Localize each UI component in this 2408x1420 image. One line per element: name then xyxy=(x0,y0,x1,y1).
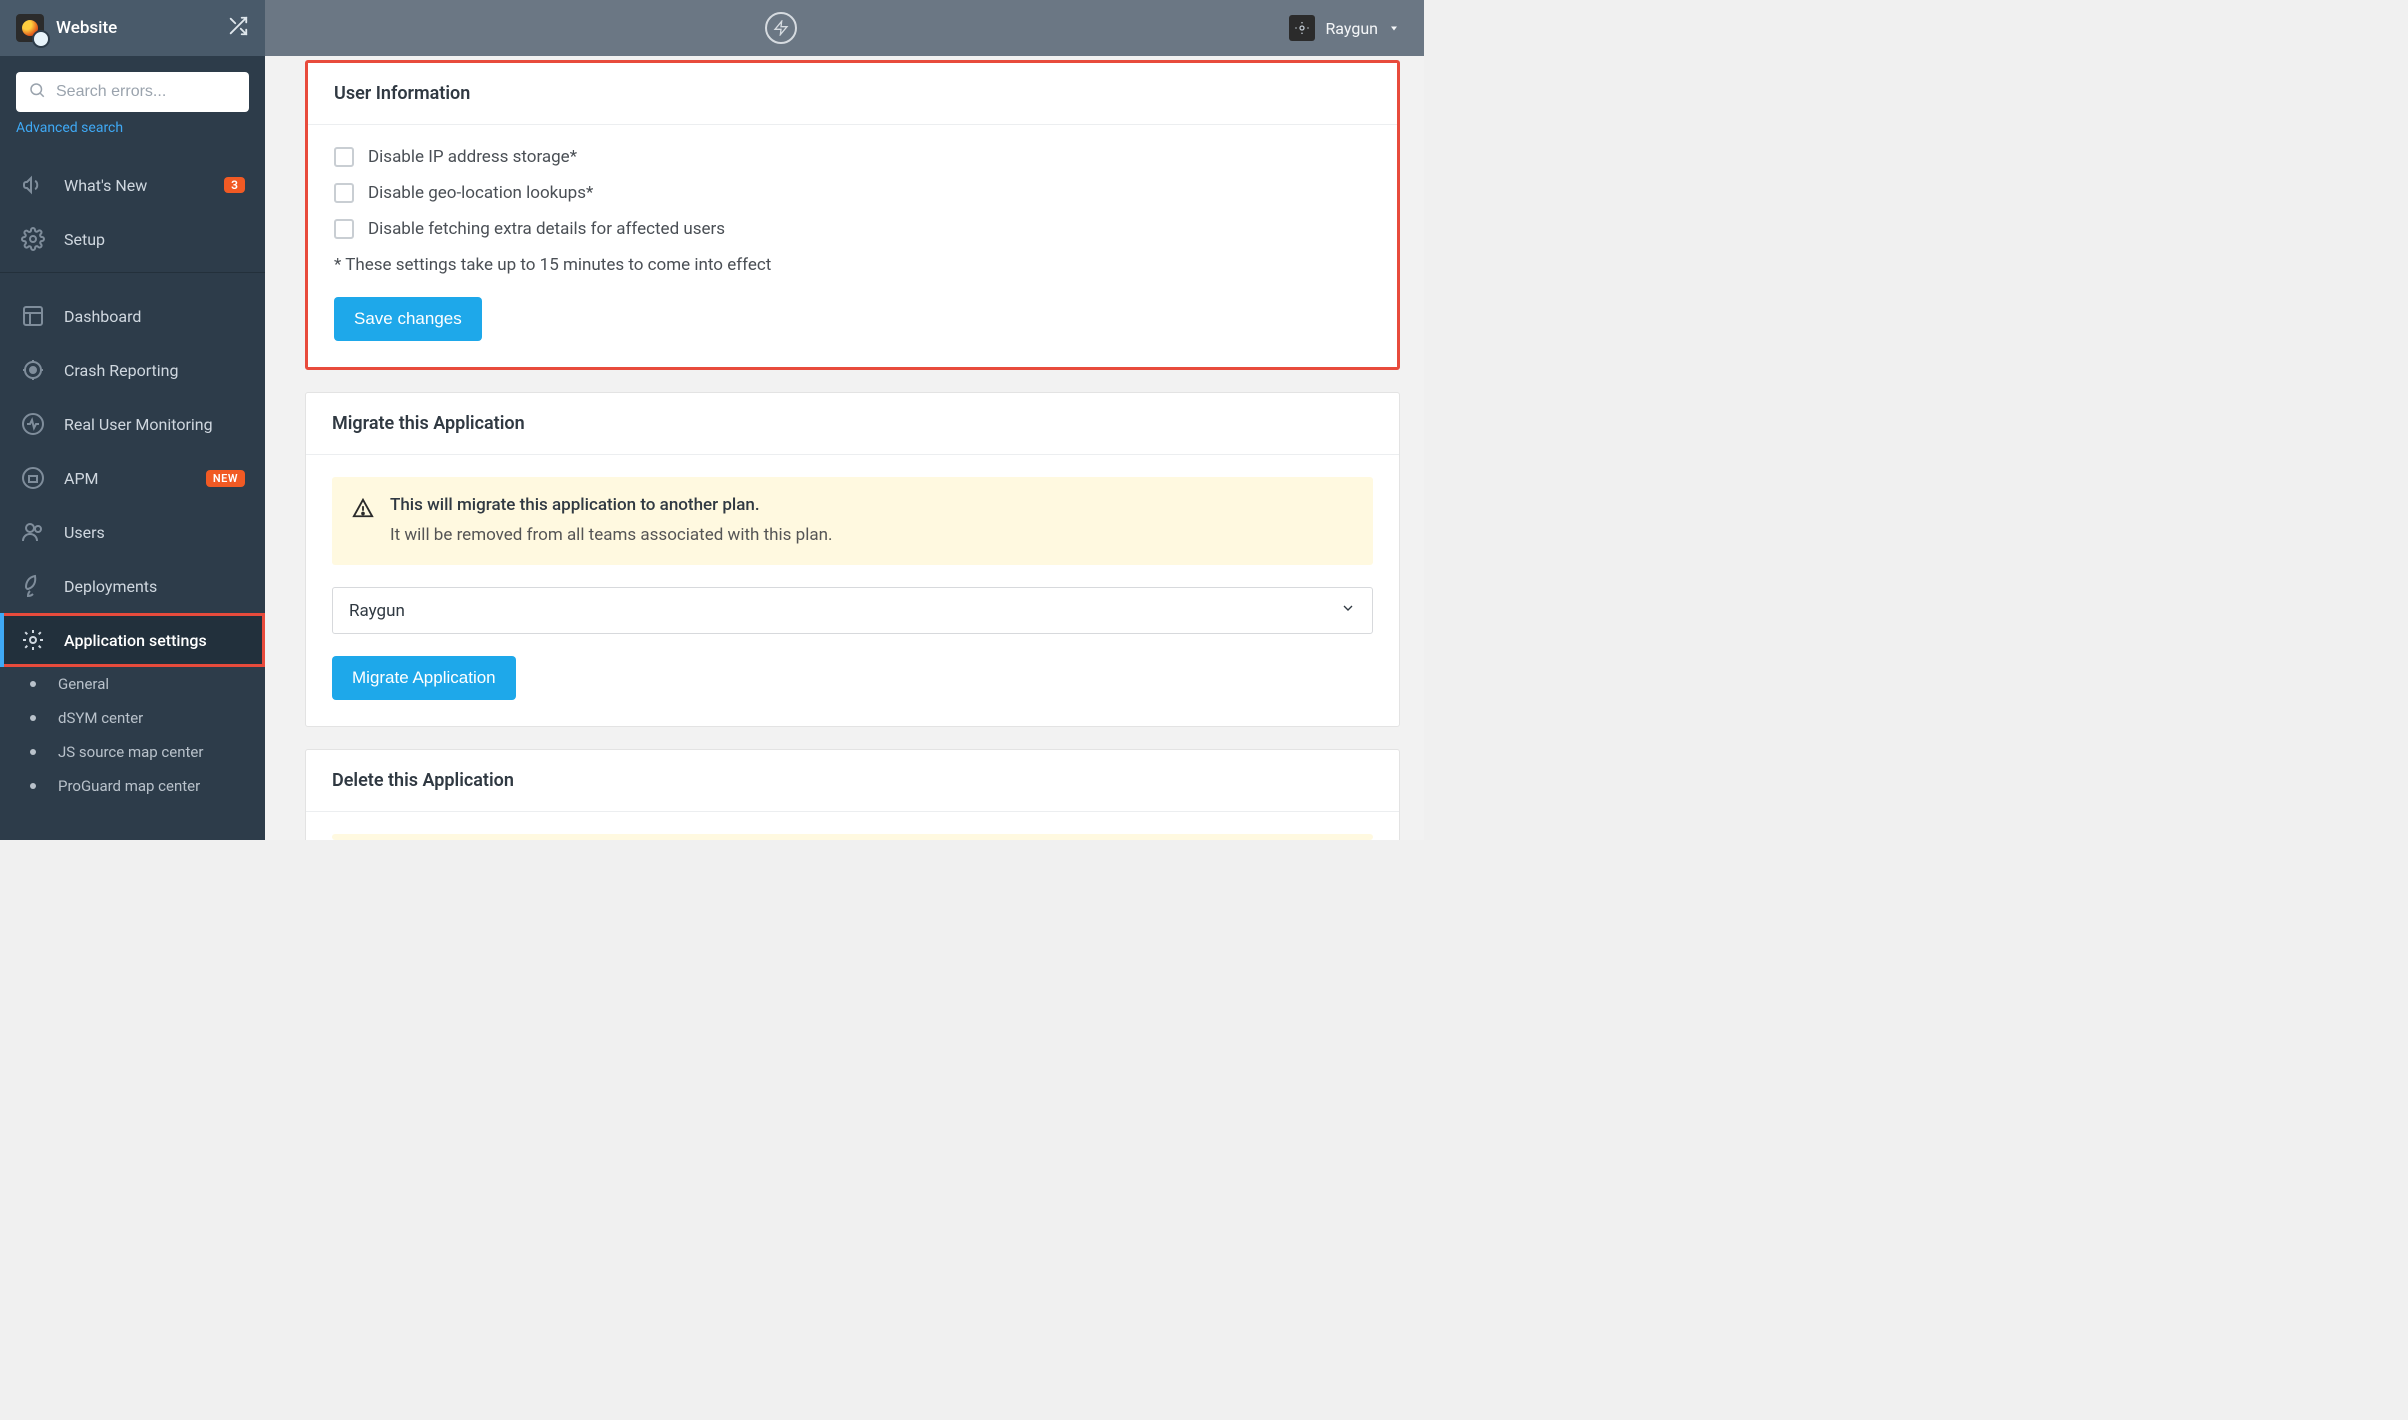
search-area xyxy=(0,56,265,120)
sidebar-item-whats-new[interactable]: What's New 3 xyxy=(0,158,265,212)
checkbox-icon[interactable] xyxy=(334,219,354,239)
apm-icon xyxy=(20,465,46,491)
delete-application-card: Delete this Application xyxy=(305,749,1400,840)
chevron-down-icon xyxy=(1388,19,1400,38)
content-scroll[interactable]: User Information Disable IP address stor… xyxy=(265,56,1424,840)
checkbox-icon[interactable] xyxy=(334,147,354,167)
checkbox-icon[interactable] xyxy=(334,183,354,203)
dot-icon xyxy=(30,749,36,755)
checkbox-disable-extra-details[interactable]: Disable fetching extra details for affec… xyxy=(334,219,1371,239)
subnav-label: General xyxy=(58,675,109,693)
bolt-icon[interactable] xyxy=(765,12,797,44)
migrate-warning: This will migrate this application to an… xyxy=(332,477,1373,565)
users-icon xyxy=(20,519,46,545)
sidebar-item-crash-reporting[interactable]: Crash Reporting xyxy=(0,343,265,397)
card-title: Delete this Application xyxy=(306,750,1399,812)
pulse-icon xyxy=(20,411,46,437)
badge-new: NEW xyxy=(206,470,245,487)
search-icon xyxy=(28,81,46,103)
search-box[interactable] xyxy=(16,72,249,112)
sidebar-item-label: Setup xyxy=(64,230,105,249)
dot-icon xyxy=(30,681,36,687)
subnav-label: ProGuard map center xyxy=(58,777,200,795)
sidebar-item-dashboard[interactable]: Dashboard xyxy=(0,289,265,343)
sidebar-item-users[interactable]: Users xyxy=(0,505,265,559)
search-input[interactable] xyxy=(56,83,237,101)
sidebar-item-label: Users xyxy=(64,523,105,542)
sidebar-item-label: Application settings xyxy=(64,631,207,650)
warning-icon xyxy=(352,497,374,523)
card-title: User Information xyxy=(308,63,1397,125)
checkbox-label: Disable geo-location lookups* xyxy=(368,183,593,203)
app-settings-subnav: General dSYM center JS source map center… xyxy=(0,667,265,811)
checkbox-label: Disable IP address storage* xyxy=(368,147,577,167)
user-name: Raygun xyxy=(1325,19,1378,38)
sidebar: Website Advanced search What's New 3 xyxy=(0,0,265,840)
sidebar-item-application-settings[interactable]: Application settings xyxy=(0,613,265,667)
migrate-application-button[interactable]: Migrate Application xyxy=(332,656,516,700)
checkbox-disable-geo[interactable]: Disable geo-location lookups* xyxy=(334,183,1371,203)
subnav-general[interactable]: General xyxy=(0,667,265,701)
sidebar-item-label: Real User Monitoring xyxy=(64,415,213,434)
app-logo[interactable] xyxy=(16,14,44,42)
alert-line1: This will migrate this application to an… xyxy=(390,495,832,515)
advanced-search-link[interactable]: Advanced search xyxy=(0,120,265,148)
card-title: Migrate this Application xyxy=(306,393,1399,455)
settings-icon xyxy=(20,627,46,653)
user-avatar-icon xyxy=(1289,15,1315,41)
subnav-label: JS source map center xyxy=(58,743,203,761)
gear-icon xyxy=(20,226,46,252)
sidebar-item-label: Deployments xyxy=(64,577,157,596)
alert-line2: It will be removed from all teams associ… xyxy=(390,525,832,545)
sidebar-item-label: Crash Reporting xyxy=(64,361,178,380)
subnav-dsym[interactable]: dSYM center xyxy=(0,701,265,735)
sidebar-item-apm[interactable]: APM NEW xyxy=(0,451,265,505)
chevron-down-icon xyxy=(1340,600,1356,621)
sidebar-item-deployments[interactable]: Deployments xyxy=(0,559,265,613)
sidebar-item-label: APM xyxy=(64,469,99,488)
plan-select[interactable]: Raygun xyxy=(332,587,1373,634)
dot-icon xyxy=(30,783,36,789)
topbar: Raygun xyxy=(265,0,1424,56)
sidebar-item-rum[interactable]: Real User Monitoring xyxy=(0,397,265,451)
user-information-card: User Information Disable IP address stor… xyxy=(305,60,1400,370)
subnav-label: dSYM center xyxy=(58,709,143,727)
save-changes-button[interactable]: Save changes xyxy=(334,297,482,341)
select-value: Raygun xyxy=(349,601,405,621)
migrate-application-card: Migrate this Application This will migra… xyxy=(305,392,1400,727)
site-name[interactable]: Website xyxy=(56,18,215,38)
dot-icon xyxy=(30,715,36,721)
shuffle-icon[interactable] xyxy=(227,15,249,41)
dashboard-icon xyxy=(20,303,46,329)
sidebar-item-setup[interactable]: Setup xyxy=(0,212,265,266)
rocket-icon xyxy=(20,573,46,599)
badge-count: 3 xyxy=(224,177,245,193)
bug-icon xyxy=(20,357,46,383)
settings-note: * These settings take up to 15 minutes t… xyxy=(334,255,1371,275)
megaphone-icon xyxy=(20,172,46,198)
delete-warning-peek xyxy=(332,834,1373,840)
sidebar-header: Website xyxy=(0,0,265,56)
checkbox-label: Disable fetching extra details for affec… xyxy=(368,219,725,239)
subnav-proguard[interactable]: ProGuard map center xyxy=(0,769,265,803)
sidebar-item-label: Dashboard xyxy=(64,307,141,326)
sidebar-item-label: What's New xyxy=(64,176,147,195)
checkbox-disable-ip[interactable]: Disable IP address storage* xyxy=(334,147,1371,167)
subnav-js-source-map[interactable]: JS source map center xyxy=(0,735,265,769)
user-menu[interactable]: Raygun xyxy=(1289,15,1400,41)
